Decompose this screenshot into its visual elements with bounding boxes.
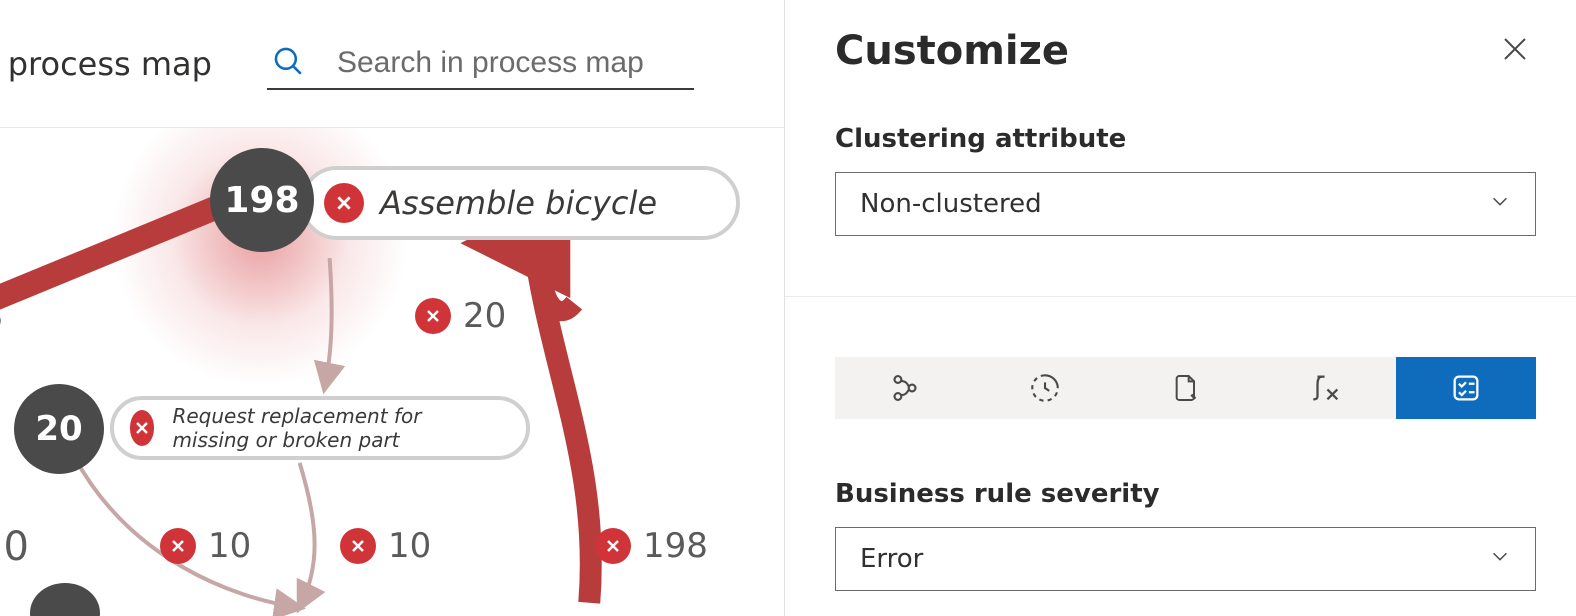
tab-document[interactable] [1115, 357, 1255, 419]
edge-count: 20 [463, 296, 506, 336]
clustering-attribute-label: Clustering attribute [835, 124, 1536, 154]
activity-label: Assemble bicycle [380, 184, 657, 222]
customize-tabs [835, 357, 1536, 419]
checklist-icon [1449, 371, 1483, 405]
chevron-down-icon [1489, 544, 1511, 574]
clustering-attribute-select[interactable]: Non-clustered [835, 172, 1536, 236]
edge-count: 10 [208, 526, 251, 566]
count-value: 20 [35, 409, 82, 449]
count-bubble-partial[interactable] [30, 583, 100, 616]
formula-icon [1309, 371, 1343, 405]
tab-process[interactable] [835, 357, 975, 419]
edge-error-marker[interactable]: 198 [595, 526, 708, 566]
business-rule-severity-label: Business rule severity [835, 479, 1536, 509]
error-icon [130, 410, 154, 446]
count-bubble-assemble[interactable]: 198 [210, 148, 314, 252]
edge-count-partial: 8 [0, 293, 3, 339]
business-rule-severity-select[interactable]: Error [835, 527, 1536, 591]
error-icon [595, 528, 631, 564]
process-map-icon [888, 371, 922, 405]
error-icon [340, 528, 376, 564]
tab-time[interactable] [975, 357, 1115, 419]
edge-count: 198 [643, 526, 708, 566]
chevron-down-icon [1489, 189, 1511, 219]
edge-error-marker[interactable]: 10 [160, 526, 251, 566]
edge-count: 10 [388, 526, 431, 566]
activity-request-replacement[interactable]: Request replacement for missing or broke… [110, 396, 530, 460]
error-icon [160, 528, 196, 564]
count-value: 198 [224, 180, 299, 221]
page-title: t process map [0, 45, 212, 83]
error-icon [324, 183, 364, 223]
count-bubble-request[interactable]: 20 [14, 384, 104, 474]
document-edit-icon [1170, 372, 1202, 404]
activity-assemble-bicycle[interactable]: Assemble bicycle [300, 166, 740, 240]
select-value: Non-clustered [860, 189, 1042, 219]
process-map-canvas[interactable]: Assemble bicycle 198 Request replacement… [0, 128, 784, 616]
edge-error-marker[interactable]: 10 [340, 526, 431, 566]
panel-title: Customize [835, 28, 1069, 74]
search-icon [271, 44, 305, 82]
select-value: Error [860, 544, 923, 574]
activity-label: Request replacement for missing or broke… [172, 404, 500, 452]
edge-count-partial: 50 [0, 524, 29, 570]
close-button[interactable] [1494, 28, 1536, 74]
error-icon [415, 298, 451, 334]
tab-checklist[interactable] [1396, 357, 1536, 419]
tab-formula[interactable] [1256, 357, 1396, 419]
search-input[interactable] [335, 45, 690, 81]
edge-error-marker[interactable]: 20 [415, 296, 506, 336]
time-icon [1028, 371, 1062, 405]
